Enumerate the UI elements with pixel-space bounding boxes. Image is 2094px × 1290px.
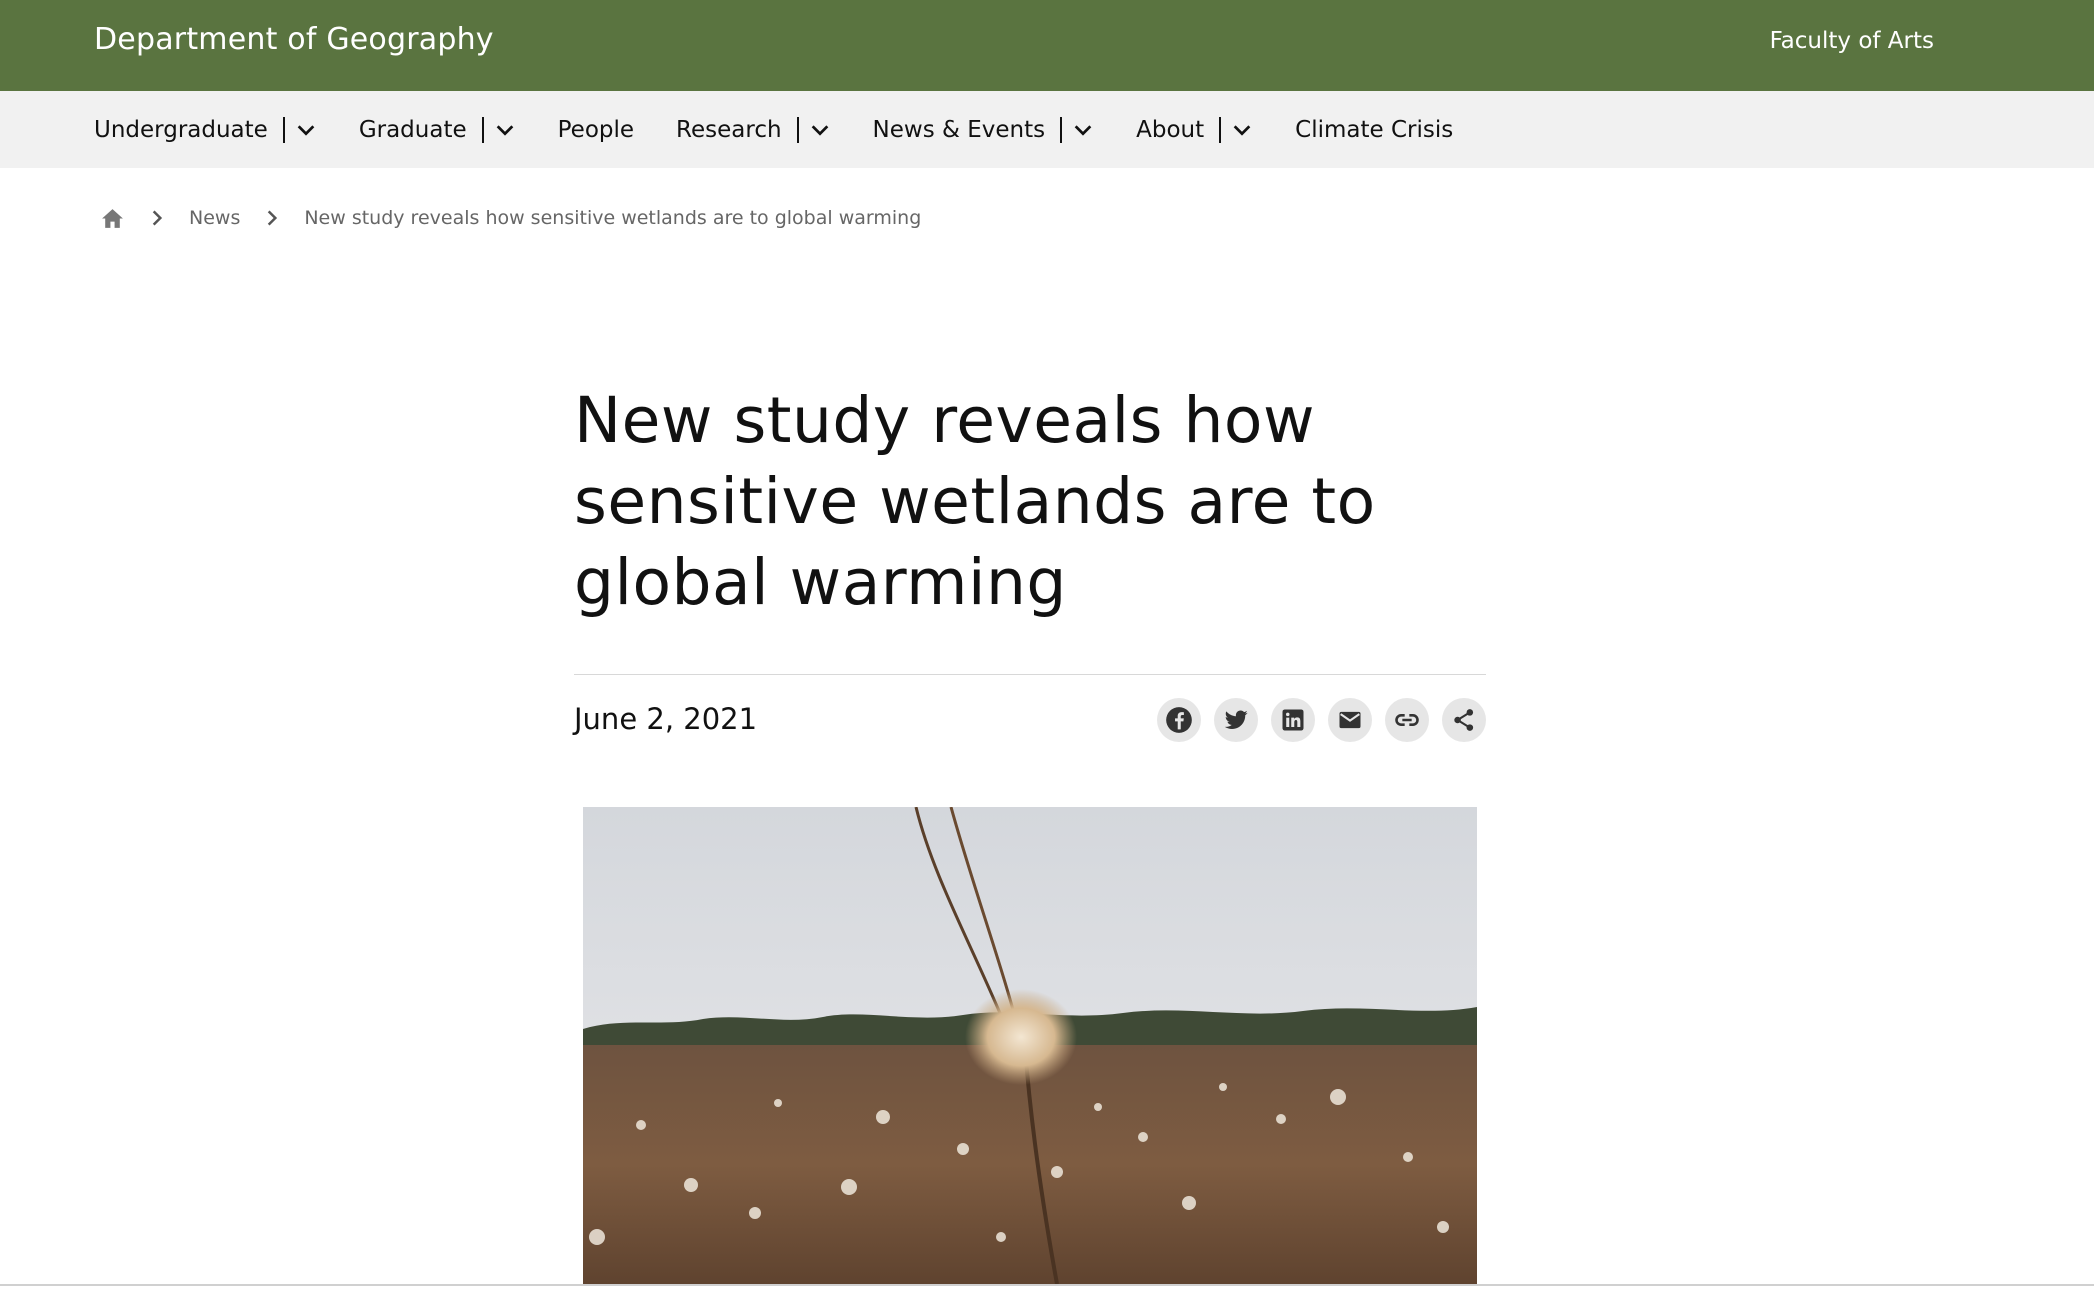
breadcrumb-current: New study reveals how sensitive wetlands… bbox=[304, 207, 922, 229]
share-bar bbox=[1144, 698, 1486, 742]
linkedin-icon[interactable] bbox=[1271, 698, 1315, 742]
article-date: June 2, 2021 bbox=[574, 702, 758, 736]
nav-separator bbox=[1060, 116, 1063, 143]
nav-link-graduate[interactable]: Graduate bbox=[359, 117, 467, 143]
chevron-right-icon bbox=[147, 208, 167, 228]
page-title: New study reveals how sensitive wetlands… bbox=[574, 384, 1376, 619]
chevron-down-icon[interactable] bbox=[494, 119, 516, 141]
nav-item-news-events: News & Events bbox=[873, 116, 1095, 143]
nav-separator bbox=[481, 116, 484, 143]
link-icon[interactable] bbox=[1385, 698, 1429, 742]
nav-item-undergraduate: Undergraduate bbox=[94, 116, 317, 143]
chevron-right-icon bbox=[262, 208, 282, 228]
divider bbox=[0, 1284, 2094, 1286]
article: New study reveals how sensitive wetlands… bbox=[574, 380, 1486, 742]
nav-item-about: About bbox=[1136, 116, 1253, 143]
chevron-down-icon[interactable] bbox=[1231, 119, 1253, 141]
site-header: Department of Geography Faculty of Arts bbox=[0, 0, 2094, 91]
nav-link-research[interactable]: Research bbox=[676, 117, 782, 143]
facebook-icon[interactable] bbox=[1157, 698, 1201, 742]
nav-separator bbox=[796, 116, 799, 143]
divider bbox=[574, 674, 1486, 675]
nav-link-news-events[interactable]: News & Events bbox=[873, 117, 1046, 143]
department-name-link[interactable]: Department of Geography bbox=[94, 22, 494, 57]
nav-item-research: Research bbox=[676, 116, 831, 143]
nav-separator bbox=[1219, 116, 1222, 143]
email-icon[interactable] bbox=[1328, 698, 1372, 742]
nav-item-graduate: Graduate bbox=[359, 116, 516, 143]
twitter-icon[interactable] bbox=[1214, 698, 1258, 742]
nav-link-climate-crisis[interactable]: Climate Crisis bbox=[1295, 117, 1453, 143]
nav-item-people: People bbox=[558, 117, 634, 143]
share-icon[interactable] bbox=[1442, 698, 1486, 742]
chevron-down-icon[interactable] bbox=[1072, 119, 1094, 141]
nav-item-climate-crisis: Climate Crisis bbox=[1295, 117, 1453, 143]
chevron-down-icon[interactable] bbox=[295, 119, 317, 141]
nav-list: Undergraduate Graduate People Research N… bbox=[94, 91, 1495, 168]
nav-separator bbox=[282, 116, 285, 143]
hero-image bbox=[583, 807, 1477, 1284]
breadcrumb-link-news[interactable]: News bbox=[189, 207, 240, 229]
nav-link-about[interactable]: About bbox=[1136, 117, 1204, 143]
nav-link-undergraduate[interactable]: Undergraduate bbox=[94, 117, 268, 143]
breadcrumb: News New study reveals how sensitive wet… bbox=[100, 203, 921, 233]
main-navigation: Undergraduate Graduate People Research N… bbox=[0, 91, 2094, 168]
chevron-down-icon[interactable] bbox=[809, 119, 831, 141]
faculty-link[interactable]: Faculty of Arts bbox=[1770, 28, 1934, 54]
nav-link-people[interactable]: People bbox=[558, 117, 634, 143]
home-icon[interactable] bbox=[100, 206, 125, 231]
